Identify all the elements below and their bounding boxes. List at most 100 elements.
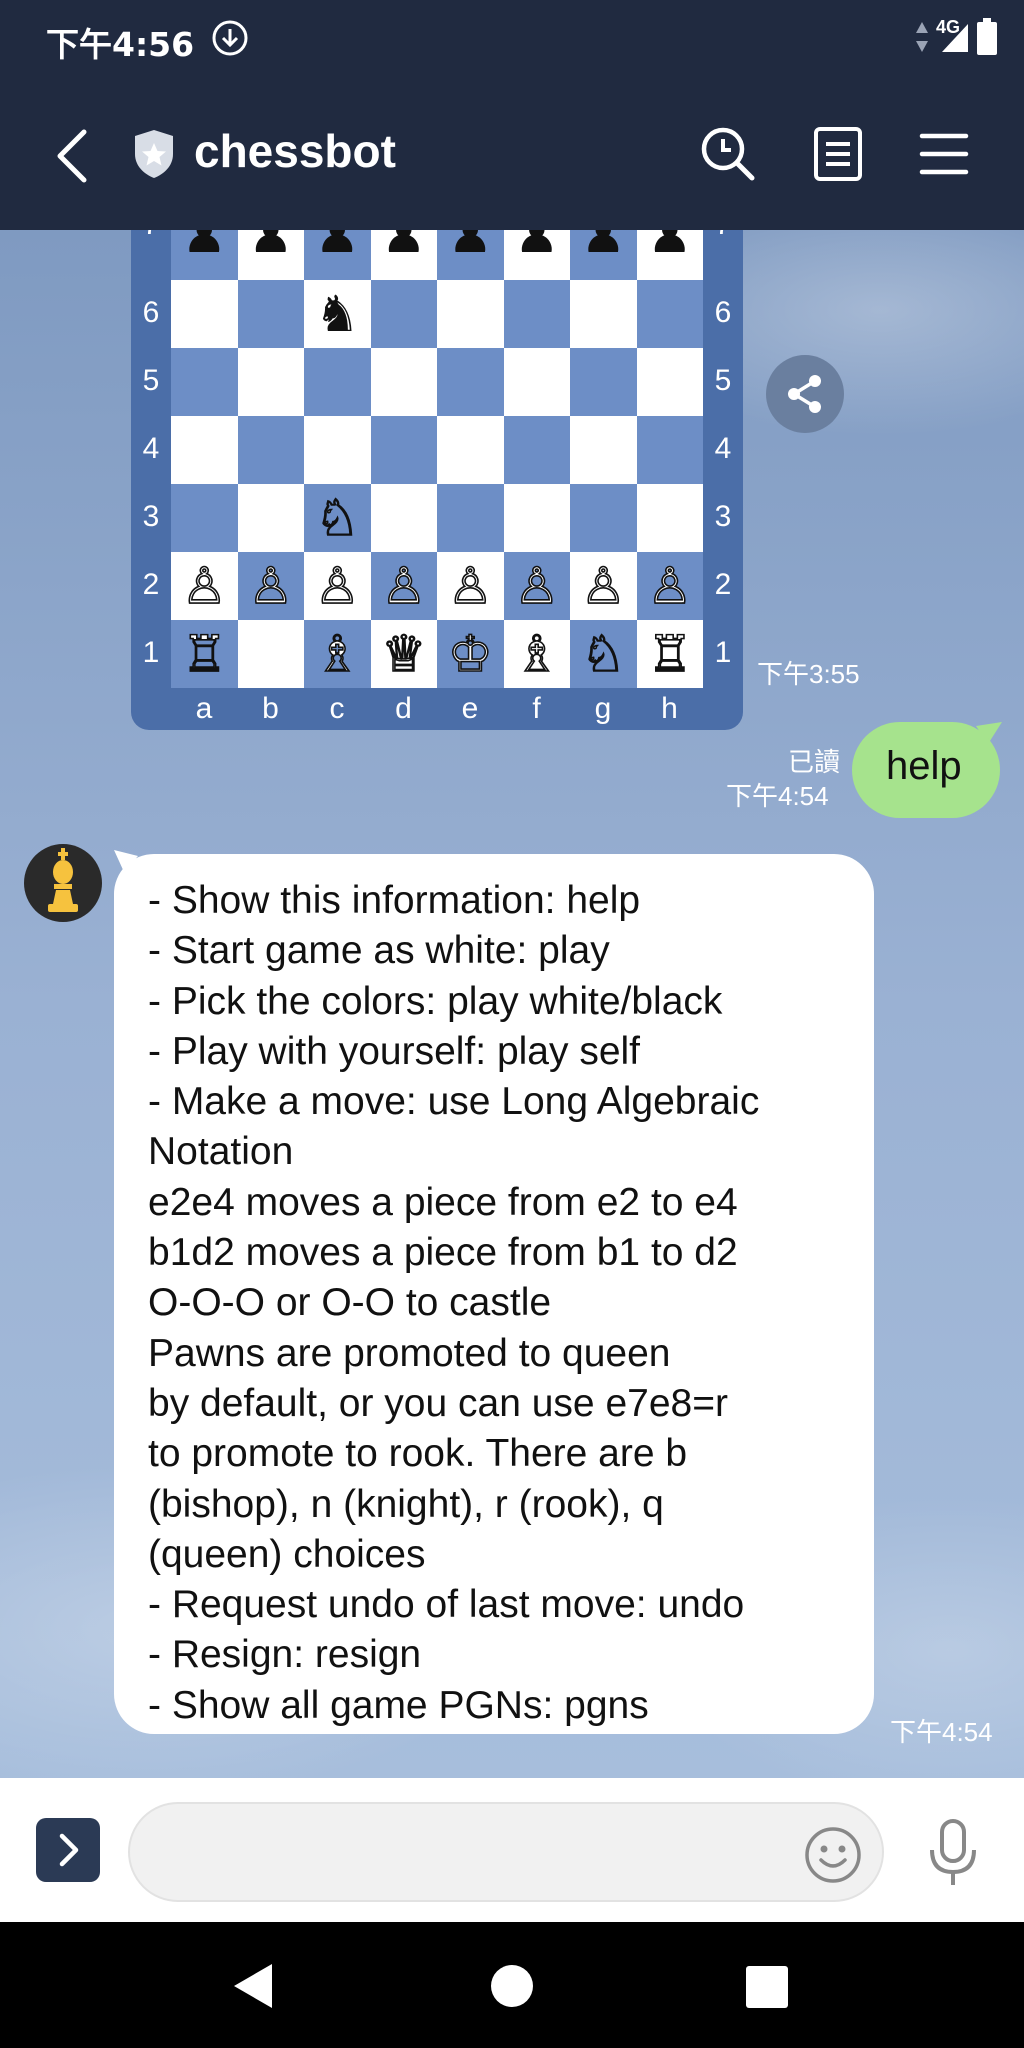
square-e2: ♙ — [437, 552, 504, 620]
square-b7: ♟ — [237, 230, 304, 280]
status-time: 下午4:56 — [46, 25, 195, 64]
square-b3 — [237, 484, 304, 552]
square-h1: ♖ — [636, 620, 703, 688]
rank-label-right: 7 — [703, 230, 743, 242]
square-c4 — [304, 416, 371, 484]
battery-icon — [977, 18, 997, 55]
square-d6 — [370, 280, 437, 348]
square-h6 — [636, 280, 703, 348]
user-message-bubble[interactable]: help — [852, 722, 1000, 818]
message-input[interactable] — [128, 1802, 884, 1902]
notes-icon[interactable] — [808, 124, 868, 184]
rank-label-right: 1 — [714, 636, 732, 669]
search-icon[interactable] — [698, 124, 758, 184]
user-message-text: help — [886, 744, 962, 788]
back-arrow-icon[interactable] — [50, 126, 100, 186]
bot-message-line: - Request undo of last move: undo — [148, 1583, 745, 1627]
square-f5 — [503, 348, 570, 416]
bot-message-line: - Make a move: use Long Algebraic — [148, 1080, 760, 1124]
bot-message-line: O-O-O or O-O to castle — [148, 1281, 552, 1325]
square-g1: ♘ — [570, 620, 637, 688]
square-e1: ♔ — [437, 620, 504, 688]
bot-message-line: - Show this information: help — [148, 879, 641, 922]
status-bar: 下午4:56 4G — [0, 0, 1024, 76]
chess-piece: ♘ — [314, 489, 360, 547]
square-d3 — [370, 484, 437, 552]
emoji-icon[interactable] — [804, 1826, 862, 1884]
square-f7: ♟ — [503, 230, 570, 280]
bot-message-line: - Pick the colors: play white/black — [148, 979, 723, 1023]
rank-label-left: 3 — [142, 500, 160, 533]
user-message-time: 下午4:54 — [726, 781, 829, 811]
bot-message-line: - Play with yourself: play self — [148, 1029, 641, 1073]
bot-message-line: to promote to rook. There are b — [148, 1432, 688, 1476]
bot-message-line: (bishop), n (knight), r (rook), q — [148, 1482, 664, 1526]
chevron-right-icon — [59, 1833, 79, 1867]
data-arrows-icon — [915, 22, 928, 52]
rank-label-left: 7 — [131, 230, 171, 242]
square-e5 — [437, 348, 504, 416]
menu-icon[interactable] — [914, 124, 974, 184]
square-a1: ♖ — [171, 620, 238, 688]
rank-label-right: 2 — [714, 568, 732, 601]
chess-piece: ♟ — [381, 230, 427, 264]
square-d4 — [370, 416, 437, 484]
status-indicators: 4G — [914, 14, 998, 60]
file-label: g — [594, 692, 612, 725]
chess-piece: ♙ — [647, 557, 693, 615]
square-c5 — [304, 348, 371, 416]
chessboard: ♟ ♟ ♟ ♟ ♟ ♟ ♟ ♟ ♞ ♘ ♙ ♙ ♙ ♙ ♙ ♙ ♙ ♙ ♖ ♗ ♕ ♔ ♗ ♘ ♖ — [171, 230, 703, 688]
square-g5 — [570, 348, 637, 416]
chess-piece: ♔ — [447, 625, 493, 683]
chess-piece: ♟ — [447, 230, 493, 264]
bot-message-time: 下午4:54 — [890, 1717, 993, 1747]
rank-label-right: 4 — [714, 432, 732, 465]
chessboard-image[interactable]: ♟ ♟ ♟ ♟ ♟ ♟ ♟ ♟ ♞ ♘ ♙ ♙ ♙ ♙ ♙ ♙ ♙ ♙ ♖ ♗ ♕ ♔ ♗ ♘ ♖ 7 7 6 6 5 5 4 4 3 3 2 2 1 1… — [131, 230, 743, 730]
share-button[interactable] — [766, 355, 844, 433]
square-g7: ♟ — [570, 230, 637, 280]
nav-back-icon[interactable] — [230, 1962, 276, 2010]
square-h7: ♟ — [636, 230, 703, 280]
square-h5 — [636, 348, 703, 416]
square-c7: ♟ — [304, 230, 371, 280]
expand-button[interactable] — [36, 1818, 100, 1882]
square-e3 — [437, 484, 504, 552]
download-icon — [212, 20, 248, 56]
chess-piece: ♙ — [181, 557, 227, 615]
square-g6 — [570, 280, 637, 348]
bot-message-line: Notation — [148, 1130, 294, 1174]
square-a7: ♟ — [171, 230, 238, 280]
bot-message-bubble[interactable]: - Show this information: help - Start gam… — [114, 854, 874, 1734]
chess-piece: ♟ — [514, 230, 560, 264]
file-label: h — [661, 692, 678, 725]
chess-piece: ♕ — [381, 625, 427, 683]
square-c2: ♙ — [304, 552, 371, 620]
read-receipt: 已讀 — [787, 747, 840, 777]
square-f1: ♗ — [503, 620, 570, 688]
rank-label-right: 6 — [714, 296, 732, 329]
chess-piece: ♗ — [314, 625, 360, 683]
square-b6 — [237, 280, 304, 348]
square-a4 — [171, 416, 238, 484]
chat-area[interactable]: ♟ ♟ ♟ ♟ ♟ ♟ ♟ ♟ ♞ ♘ ♙ ♙ ♙ ♙ ♙ ♙ ♙ ♙ ♖ ♗ ♕ ♔ ♗ ♘ ♖ 7 7 6 6 5 5 4 4 3 3 2 2 1 1… — [0, 230, 1024, 1778]
square-h3 — [636, 484, 703, 552]
chess-piece: ♟ — [314, 230, 360, 264]
square-d1: ♕ — [370, 620, 437, 688]
square-b1 — [237, 620, 304, 688]
chess-piece: ♖ — [181, 625, 227, 683]
file-label: f — [532, 692, 541, 725]
nav-recents-icon[interactable] — [746, 1966, 788, 2008]
bot-message-line: (queen) choices — [148, 1532, 426, 1576]
microphone-icon[interactable] — [922, 1818, 984, 1888]
bot-avatar[interactable] — [24, 844, 102, 922]
chess-piece: ♞ — [314, 285, 360, 343]
square-c6: ♞ — [304, 280, 371, 348]
network-label: 4G — [935, 16, 960, 37]
nav-home-icon[interactable] — [490, 1964, 534, 2008]
chess-piece: ♙ — [248, 557, 294, 615]
file-label: a — [195, 692, 213, 725]
square-h2: ♙ — [636, 552, 703, 620]
chess-piece: ♟ — [647, 230, 693, 264]
rank-label-left: 2 — [142, 568, 160, 601]
system-nav-bar — [0, 1922, 1024, 2048]
